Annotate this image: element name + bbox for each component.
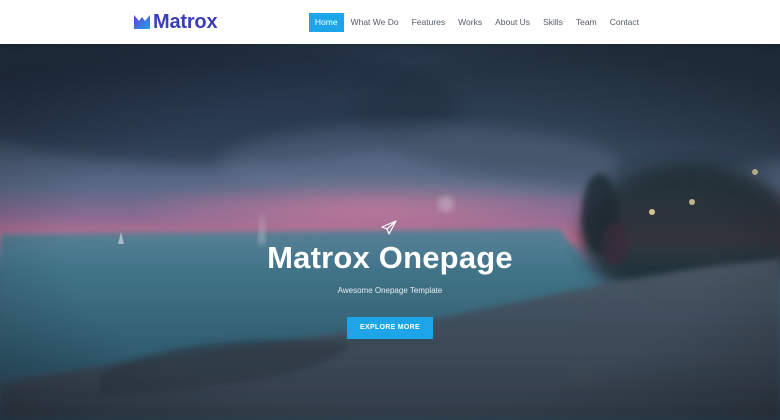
nav-item-skills[interactable]: Skills [537, 13, 569, 32]
brand-name: Matrox [153, 10, 218, 33]
m-logo-icon [134, 15, 150, 29]
nav-item-home[interactable]: Home [308, 13, 344, 32]
nav-item-works[interactable]: Works [452, 13, 488, 32]
nav-item-features[interactable]: Features [406, 13, 452, 32]
hero-subtitle: Awesome Onepage Template [337, 286, 443, 295]
nav-item-contact[interactable]: Contact [604, 13, 645, 32]
brand-logo-link[interactable]: Matrox [133, 10, 218, 34]
explore-more-button[interactable]: EXPLORE MORE [347, 317, 433, 339]
hero-section: Matrox Onepage Awesome Onepage Template … [0, 44, 780, 420]
nav-item-about-us[interactable]: About Us [489, 13, 536, 32]
paper-plane-icon [381, 220, 397, 235]
hero-title: Matrox Onepage [267, 240, 513, 275]
nav-item-team[interactable]: Team [570, 13, 603, 32]
hero-content: Matrox Onepage Awesome Onepage Template … [0, 44, 780, 420]
nav-item-what-we-do[interactable]: What We Do [345, 13, 405, 32]
main-nav: Home What We Do Features Works About Us … [308, 13, 645, 32]
navbar: Matrox Home What We Do Features Works Ab… [0, 0, 780, 44]
